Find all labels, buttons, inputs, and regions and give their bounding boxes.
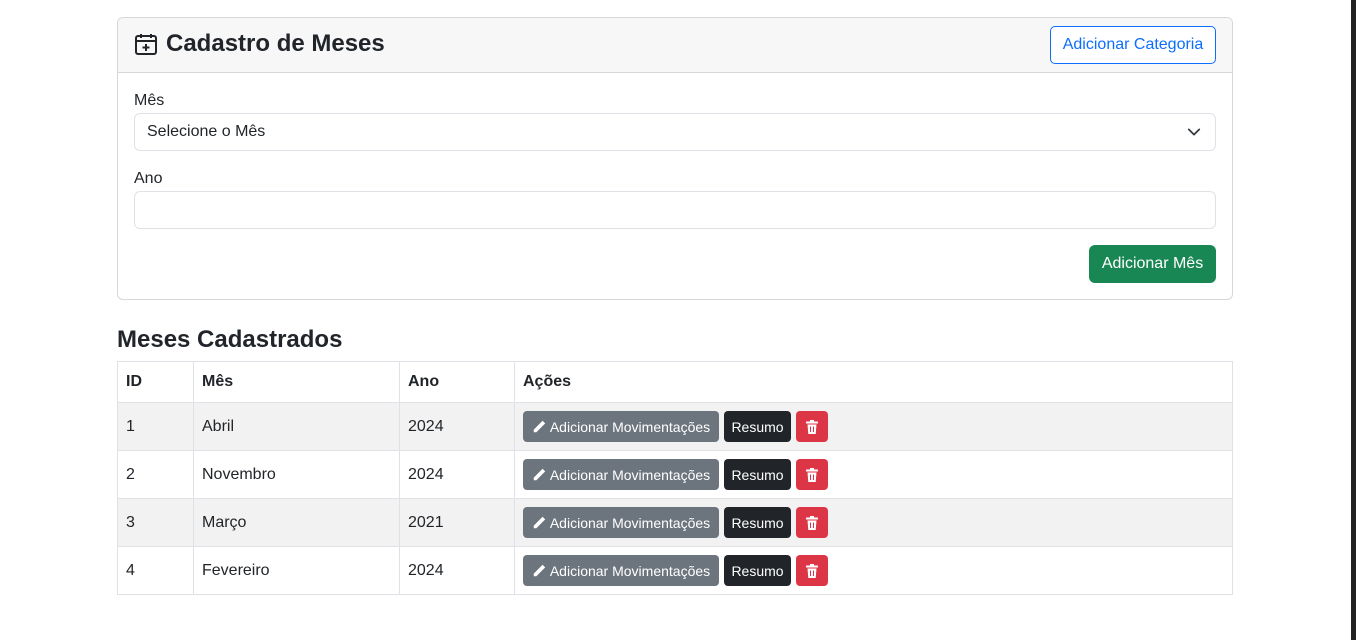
trash-icon bbox=[806, 467, 818, 482]
cell-id: 1 bbox=[117, 402, 194, 451]
add-movements-button[interactable]: Adicionar Movimentações bbox=[523, 555, 719, 586]
add-movements-button[interactable]: Adicionar Movimentações bbox=[523, 507, 719, 538]
delete-button[interactable] bbox=[796, 411, 828, 442]
add-category-button[interactable]: Adicionar Categoria bbox=[1050, 26, 1216, 64]
cell-id: 4 bbox=[117, 546, 194, 595]
cell-month: Março bbox=[193, 498, 400, 547]
row-actions: Adicionar Movimentações Resumo bbox=[523, 459, 1224, 490]
window-edge bbox=[1351, 0, 1356, 640]
cell-year: 2024 bbox=[399, 450, 515, 499]
add-movements-label: Adicionar Movimentações bbox=[549, 418, 711, 435]
row-actions: Adicionar Movimentações Resumo bbox=[523, 411, 1224, 442]
card-header: Cadastro de Meses Adicionar Categoria bbox=[118, 18, 1232, 73]
months-table: ID Mês Ano Ações 1 Abril 2024 Adicionar Mov… bbox=[117, 361, 1233, 595]
cell-actions: Adicionar Movimentações Resumo bbox=[514, 402, 1233, 451]
delete-button[interactable] bbox=[796, 507, 828, 538]
pencil-icon bbox=[533, 420, 546, 432]
table-row: 3 Março 2021 Adicionar Movimentações Resumo bbox=[117, 498, 1233, 547]
summary-button[interactable]: Resumo bbox=[724, 555, 791, 586]
cell-year: 2024 bbox=[399, 546, 515, 595]
header-month: Mês bbox=[193, 361, 400, 403]
row-actions: Adicionar Movimentações Resumo bbox=[523, 507, 1224, 538]
calendar-plus-icon bbox=[135, 34, 157, 55]
month-select-value: Selecione o Mês bbox=[147, 123, 266, 140]
header-id: ID bbox=[117, 361, 194, 403]
trash-icon bbox=[806, 563, 818, 578]
table-header-row: ID Mês Ano Ações bbox=[117, 361, 1233, 403]
cell-actions: Adicionar Movimentações Resumo bbox=[514, 546, 1233, 595]
chevron-down-icon bbox=[1187, 128, 1201, 136]
cell-actions: Adicionar Movimentações Resumo bbox=[514, 498, 1233, 547]
table-row: 2 Novembro 2024 Adicionar Movimentações Resu… bbox=[117, 450, 1233, 499]
page-title: Cadastro de Meses bbox=[134, 29, 385, 59]
trash-icon bbox=[806, 419, 818, 434]
row-actions: Adicionar Movimentações Resumo bbox=[523, 555, 1224, 586]
header-year: Ano bbox=[399, 361, 515, 403]
pencil-icon bbox=[533, 468, 546, 480]
month-form-card: Cadastro de Meses Adicionar Categoria Mê… bbox=[117, 17, 1233, 300]
pencil-icon bbox=[533, 564, 546, 576]
month-label: Mês bbox=[134, 92, 165, 109]
month-select[interactable]: Selecione o Mês bbox=[134, 113, 1216, 151]
cell-month: Fevereiro bbox=[193, 546, 400, 595]
section-title: Meses Cadastrados bbox=[117, 326, 343, 353]
summary-button[interactable]: Resumo bbox=[724, 507, 791, 538]
add-movements-button[interactable]: Adicionar Movimentações bbox=[523, 459, 719, 490]
add-movements-label: Adicionar Movimentações bbox=[549, 562, 711, 579]
summary-button[interactable]: Resumo bbox=[724, 459, 791, 490]
delete-button[interactable] bbox=[796, 459, 828, 490]
summary-button[interactable]: Resumo bbox=[724, 411, 791, 442]
table-row: 1 Abril 2024 Adicionar Movimentações Resumo bbox=[117, 402, 1233, 451]
delete-button[interactable] bbox=[796, 555, 828, 586]
page-title-text: Cadastro de Meses bbox=[166, 30, 385, 57]
pencil-icon bbox=[533, 516, 546, 528]
table-row: 4 Fevereiro 2024 Adicionar Movimentações Res… bbox=[117, 546, 1233, 595]
add-movements-label: Adicionar Movimentações bbox=[549, 466, 711, 483]
cell-month: Novembro bbox=[193, 450, 400, 499]
cell-actions: Adicionar Movimentações Resumo bbox=[514, 450, 1233, 499]
year-label: Ano bbox=[134, 170, 163, 187]
table-body: 1 Abril 2024 Adicionar Movimentações Resumo 2… bbox=[117, 402, 1233, 595]
cell-month: Abril bbox=[193, 402, 400, 451]
cell-id: 3 bbox=[117, 498, 194, 547]
trash-icon bbox=[806, 515, 818, 530]
cell-year: 2021 bbox=[399, 498, 515, 547]
cell-year: 2024 bbox=[399, 402, 515, 451]
cell-id: 2 bbox=[117, 450, 194, 499]
add-movements-button[interactable]: Adicionar Movimentações bbox=[523, 411, 719, 442]
year-input[interactable] bbox=[134, 191, 1216, 229]
add-month-button[interactable]: Adicionar Mês bbox=[1089, 245, 1216, 283]
add-movements-label: Adicionar Movimentações bbox=[549, 514, 711, 531]
header-actions: Ações bbox=[514, 361, 1233, 403]
